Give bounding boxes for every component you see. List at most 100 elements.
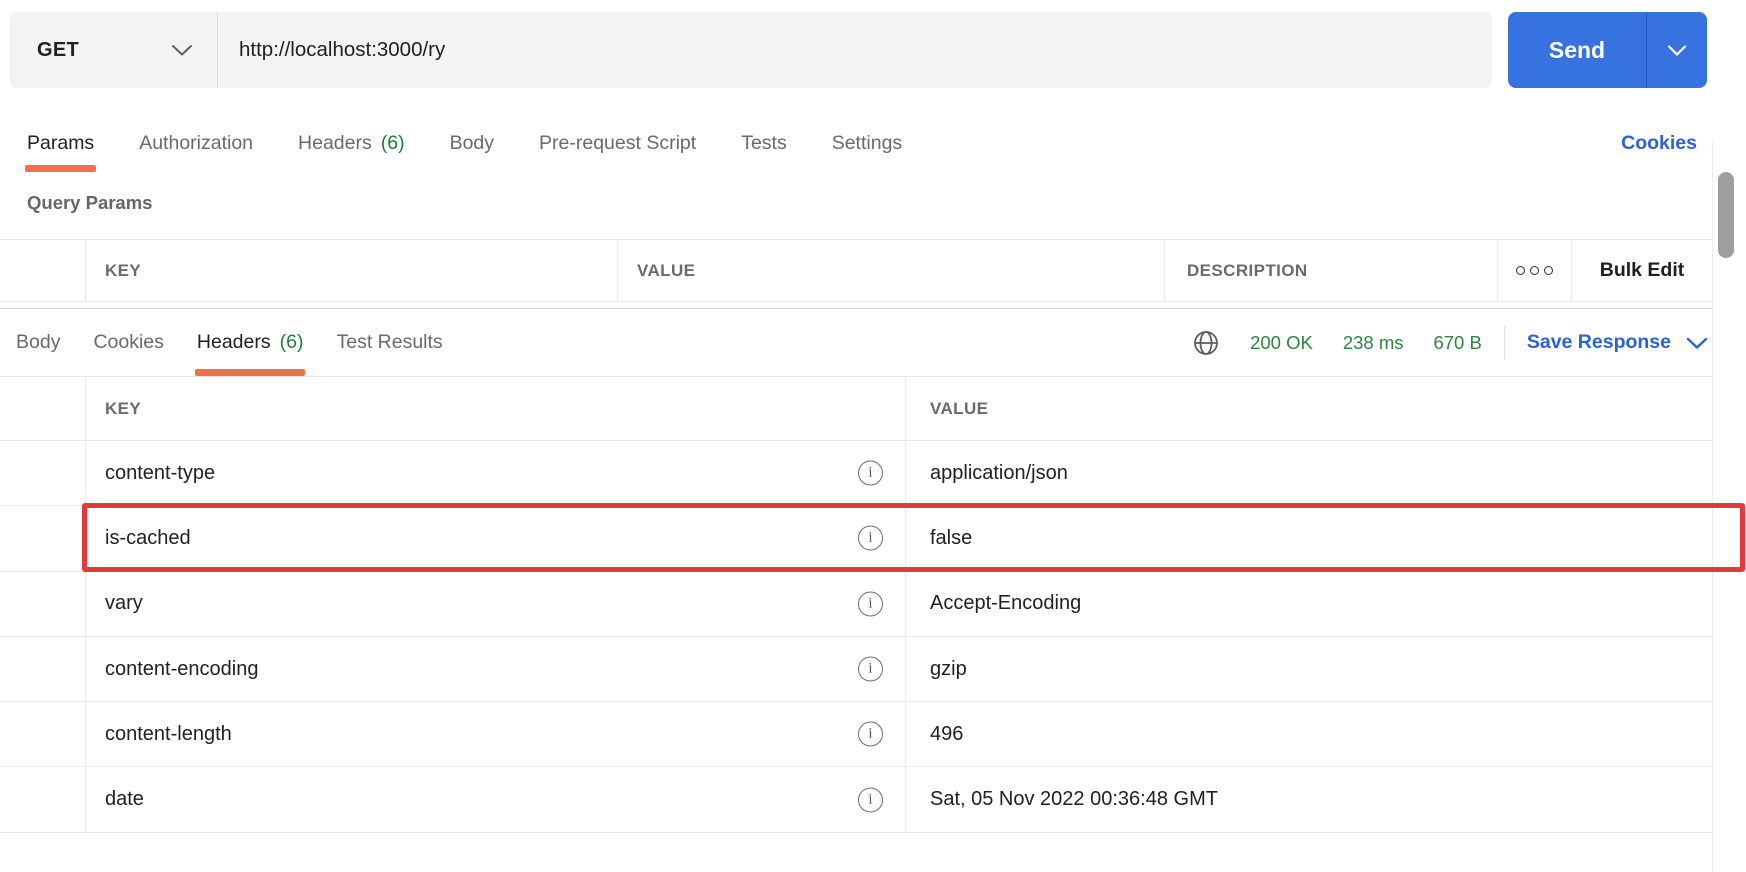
tab-label: Cookies: [93, 331, 163, 354]
tab-label: Settings: [832, 132, 902, 155]
chevron-down-icon: [1667, 44, 1687, 57]
request-url-bar: GET http://localhost:3000/ry: [10, 12, 1492, 88]
header-key: is-cached: [105, 527, 191, 550]
response-status-group: 200 OK 238 ms 670 B Save Response: [1192, 326, 1712, 360]
response-toolbar: Body Cookies Headers (6) Test Results 20…: [0, 309, 1712, 377]
info-icon[interactable]: i: [858, 657, 883, 682]
send-options-button[interactable]: [1647, 12, 1707, 88]
header-key-cell[interactable]: is-cached i: [85, 506, 905, 570]
header-key-cell[interactable]: date i: [85, 767, 905, 831]
tab-label: Pre-request Script: [539, 132, 696, 155]
column-header-description: DESCRIPTION: [1164, 240, 1497, 301]
tab-label: Body: [450, 132, 494, 155]
tab-label: Tests: [741, 132, 787, 155]
row-gutter: [0, 767, 85, 831]
info-icon[interactable]: i: [858, 722, 883, 747]
tab-count-badge: (6): [381, 132, 405, 155]
url-text: http://localhost:3000/ry: [239, 38, 445, 62]
cookies-link[interactable]: Cookies: [1621, 114, 1697, 172]
response-tabs-left: Body Cookies Headers (6) Test Results: [16, 309, 443, 376]
header-value-cell[interactable]: false: [905, 506, 1712, 570]
method-select[interactable]: GET: [10, 12, 218, 88]
tab-label: Headers: [197, 331, 271, 354]
tab-label: Body: [16, 331, 60, 354]
chevron-down-icon[interactable]: [1671, 336, 1708, 350]
tab-cookies[interactable]: Cookies: [93, 309, 163, 376]
info-icon[interactable]: i: [858, 591, 883, 616]
tab-pre-request-script[interactable]: Pre-request Script: [539, 114, 696, 172]
column-header-key: KEY: [85, 377, 905, 440]
row-gutter: [0, 377, 85, 440]
globe-icon[interactable]: [1192, 329, 1220, 357]
chevron-down-icon: [171, 43, 193, 57]
header-value-cell[interactable]: gzip: [905, 637, 1712, 701]
table-row: is-cached i false: [0, 506, 1712, 571]
method-label: GET: [37, 39, 79, 62]
tab-label: Params: [27, 132, 94, 155]
row-gutter: [0, 637, 85, 701]
header-value: false: [930, 527, 972, 550]
table-row: content-length i 496: [0, 702, 1712, 767]
tab-headers[interactable]: Headers (6): [197, 309, 304, 376]
status-code[interactable]: 200 OK: [1250, 332, 1313, 354]
tab-settings[interactable]: Settings: [832, 114, 902, 172]
header-value-cell[interactable]: 496: [905, 702, 1712, 766]
tab-authorization[interactable]: Authorization: [139, 114, 253, 172]
header-key-cell[interactable]: content-encoding i: [85, 637, 905, 701]
table-row: content-type i application/json: [0, 441, 1712, 506]
header-key: date: [105, 788, 144, 811]
bulk-edit-button[interactable]: Bulk Edit: [1600, 259, 1685, 282]
request-tabs-left: Params Authorization Headers (6) Body Pr…: [27, 114, 902, 172]
tab-label: Headers: [298, 132, 372, 155]
send-button[interactable]: Send: [1508, 12, 1707, 88]
header-key-cell[interactable]: content-length i: [85, 702, 905, 766]
status-time[interactable]: 238 ms: [1343, 332, 1404, 354]
query-params-header-row: KEY VALUE DESCRIPTION Bulk Edit: [0, 239, 1712, 302]
header-key: content-encoding: [105, 658, 258, 681]
url-input[interactable]: http://localhost:3000/ry: [218, 12, 1492, 88]
header-value: 496: [930, 723, 963, 746]
info-icon[interactable]: i: [858, 461, 883, 486]
row-gutter: [0, 240, 85, 301]
header-value: Accept-Encoding: [930, 592, 1081, 615]
table-row: content-encoding i gzip: [0, 637, 1712, 702]
header-key: content-type: [105, 462, 215, 485]
tab-headers[interactable]: Headers (6): [298, 114, 405, 172]
header-value-cell[interactable]: Accept-Encoding: [905, 572, 1712, 636]
vertical-scrollbar-thumb[interactable]: [1718, 172, 1734, 258]
header-value-cell[interactable]: application/json: [905, 441, 1712, 505]
tab-params[interactable]: Params: [27, 114, 94, 172]
row-gutter: [0, 506, 85, 570]
row-gutter: [0, 702, 85, 766]
header-key: vary: [105, 592, 143, 615]
send-label: Send: [1549, 37, 1605, 64]
tab-test-results[interactable]: Test Results: [336, 309, 442, 376]
save-response-button[interactable]: Save Response: [1527, 331, 1708, 354]
header-value: Sat, 05 Nov 2022 00:36:48 GMT: [930, 788, 1218, 811]
query-params-title: Query Params: [27, 192, 152, 214]
status-size[interactable]: 670 B: [1433, 332, 1481, 354]
more-options-icon[interactable]: [1516, 266, 1553, 275]
tab-body[interactable]: Body: [450, 114, 494, 172]
header-value: application/json: [930, 462, 1068, 485]
tab-body[interactable]: Body: [16, 309, 60, 376]
row-gutter: [0, 441, 85, 505]
header-key: content-length: [105, 723, 232, 746]
response-headers-rows: content-type i application/json is-cache…: [0, 441, 1712, 833]
status-divider: [1504, 326, 1505, 360]
info-icon[interactable]: i: [858, 787, 883, 812]
column-header-value: VALUE: [617, 240, 1164, 301]
tab-label: Test Results: [336, 331, 442, 354]
content-right-border: [1712, 140, 1713, 872]
header-key-cell[interactable]: content-type i: [85, 441, 905, 505]
table-row: date i Sat, 05 Nov 2022 00:36:48 GMT: [0, 767, 1712, 832]
header-value: gzip: [930, 658, 967, 681]
tab-tests[interactable]: Tests: [741, 114, 787, 172]
send-label-area[interactable]: Send: [1508, 12, 1646, 88]
column-header-value: VALUE: [905, 377, 1712, 440]
header-key-cell[interactable]: vary i: [85, 572, 905, 636]
response-headers-header-row: KEY VALUE: [0, 377, 1712, 441]
save-response-label: Save Response: [1527, 331, 1671, 354]
info-icon[interactable]: i: [858, 526, 883, 551]
header-value-cell[interactable]: Sat, 05 Nov 2022 00:36:48 GMT: [905, 767, 1712, 831]
